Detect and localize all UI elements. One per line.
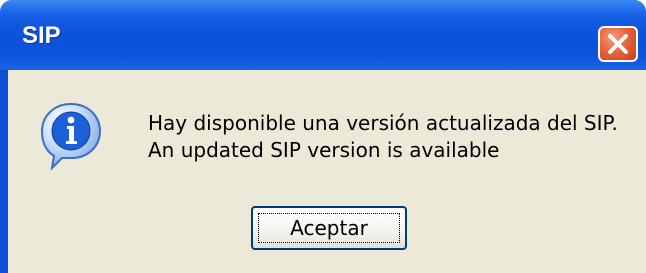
window-title: SIP <box>22 22 61 49</box>
close-icon <box>608 34 628 54</box>
dialog-window: SIP Hay disponible una versión actualiza… <box>0 0 646 273</box>
message-line-spanish: Hay disponible una versión actualizada d… <box>148 111 618 135</box>
title-bar[interactable]: SIP <box>0 0 646 70</box>
dialog-body: Hay disponible una versión actualizada d… <box>8 70 646 273</box>
ok-button-label: Aceptar <box>290 216 368 240</box>
close-button[interactable] <box>598 26 638 62</box>
message-text: Hay disponible una versión actualizada d… <box>148 110 618 164</box>
info-icon <box>40 102 102 171</box>
ok-button[interactable]: Aceptar <box>251 206 407 250</box>
message-line-english: An updated SIP version is available <box>148 138 500 162</box>
